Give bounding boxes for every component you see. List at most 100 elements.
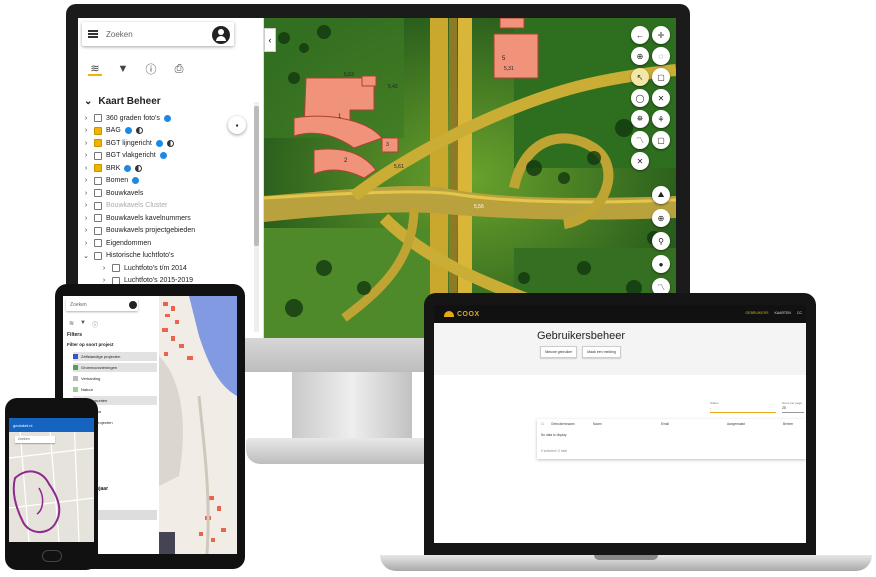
map-tool-button[interactable]: ◯ [631, 89, 649, 107]
filter-group-title[interactable]: Filter op soort project [67, 342, 114, 347]
map-tool-button[interactable]: ↖ [631, 68, 649, 86]
filter-row[interactable]: Zelfstandige projecten [73, 352, 157, 361]
print-icon[interactable]: ⎙ [172, 62, 186, 76]
layer-row[interactable]: › Bouwkavels kavelnummers [82, 212, 252, 225]
map-tool-button[interactable]: ⊕ [631, 47, 649, 65]
map-tool-button[interactable]: ⛰ [652, 186, 670, 204]
expand-arrow-icon[interactable]: › [82, 140, 90, 147]
map-tool-button[interactable]: 〽 [631, 131, 649, 149]
phone-search-input[interactable]: Zoeken [15, 436, 55, 443]
layer-checkbox[interactable] [94, 251, 102, 260]
opacity-icon[interactable] [135, 127, 143, 135]
user-account-button[interactable] [212, 26, 230, 44]
map-tool-button[interactable]: ✕ [652, 89, 670, 107]
expand-arrow-icon[interactable]: › [82, 177, 90, 184]
expand-arrow-icon[interactable]: ⌄ [82, 252, 90, 260]
home-button[interactable] [42, 550, 62, 562]
column-header[interactable]: Aangemaakt [727, 422, 745, 426]
status-select[interactable]: Status - [710, 401, 776, 413]
filter-icon[interactable]: ▼ [116, 62, 130, 76]
aerial-height-map[interactable]: 1 5 2 3 5,63 5,31 5,42 5,56 5,61 [264, 18, 676, 338]
tree-title[interactable]: ⌄ Kaart Beheer [84, 96, 161, 107]
scrollbar[interactable] [254, 102, 259, 332]
map-tool-button[interactable]: ✕ [631, 152, 649, 170]
info-icon[interactable] [132, 177, 140, 185]
expand-arrow-icon[interactable]: › [82, 115, 90, 122]
column-header[interactable]: Email [661, 422, 669, 426]
layer-checkbox[interactable] [94, 214, 102, 223]
layer-row[interactable]: › BGT vlakgericht [82, 150, 252, 163]
layer-checkbox[interactable] [94, 189, 102, 198]
layer-row[interactable]: › Eigendommen [82, 237, 252, 250]
info-icon[interactable] [163, 114, 171, 122]
filter-icon[interactable]: ▼ [80, 320, 86, 329]
expand-arrow-icon[interactable]: › [82, 227, 90, 234]
info-icon[interactable]: ⓘ [92, 320, 98, 329]
nav-users[interactable]: GEBRUIKERS [746, 311, 769, 315]
layer-checkbox[interactable] [94, 239, 102, 248]
expand-arrow-icon[interactable]: › [82, 202, 90, 209]
layer-row[interactable]: ⌄ Historische luchtfoto's [82, 250, 252, 263]
layer-row[interactable]: › Bouwkavels [82, 187, 252, 200]
layer-row[interactable]: › BGT lijngericht [82, 137, 252, 150]
filter-row[interactable]: Natuur [73, 385, 157, 394]
map-tool-button[interactable]: ⚘ [652, 110, 670, 128]
layer-row[interactable]: › Bouwkavels projectgebieden [82, 225, 252, 238]
layers-icon[interactable]: ≋ [88, 62, 102, 76]
tablet-map[interactable] [159, 296, 237, 554]
layer-row[interactable]: › Bomen [82, 175, 252, 188]
layer-row[interactable]: › Bouwkavels Cluster [82, 200, 252, 213]
info-icon[interactable] [159, 152, 167, 160]
expand-arrow-icon[interactable]: › [82, 127, 90, 134]
info-icon[interactable] [155, 139, 163, 147]
opacity-icon[interactable] [166, 139, 174, 147]
brand-logo[interactable]: COOX [444, 311, 480, 318]
layers-icon[interactable]: ≋ [69, 320, 74, 329]
collapse-panel-button[interactable]: ‹ [264, 28, 276, 52]
map-tool-button[interactable]: ⚲ [652, 232, 670, 250]
layer-checkbox[interactable] [94, 151, 102, 160]
layer-checkbox[interactable] [94, 226, 102, 235]
layer-row[interactable]: › 360 graden foto's [82, 112, 252, 125]
layer-checkbox[interactable] [112, 264, 120, 273]
expand-arrow-icon[interactable]: › [82, 190, 90, 197]
nav-other[interactable]: CC [797, 311, 802, 315]
new-user-button[interactable]: Nieuwe gebruiker [540, 346, 578, 358]
layer-row[interactable]: › BRK [82, 162, 252, 175]
layer-checkbox[interactable] [94, 114, 102, 123]
layer-checkbox[interactable] [94, 201, 102, 210]
layer-checkbox[interactable] [94, 176, 102, 185]
menu-icon[interactable] [88, 30, 98, 38]
map-tool-button[interactable]: ● [652, 255, 670, 273]
expand-arrow-icon[interactable]: › [82, 152, 90, 159]
filter-row[interactable]: Verharding [73, 374, 157, 383]
layer-row[interactable]: › Luchtfoto's t/m 2014 [82, 262, 252, 275]
expand-arrow-icon[interactable]: › [82, 215, 90, 222]
info-icon[interactable]: ⓘ [144, 62, 158, 76]
info-icon[interactable] [124, 127, 132, 135]
map-tool-button[interactable]: ▢ [652, 131, 670, 149]
column-header[interactable]: Beheer [783, 422, 793, 426]
layer-checkbox[interactable] [94, 126, 102, 135]
expand-arrow-icon[interactable]: › [100, 265, 108, 272]
map-tool-button[interactable]: ⛯ [631, 110, 649, 128]
expand-arrow-icon[interactable]: › [82, 240, 90, 247]
map-tool-button[interactable]: ◌ [652, 47, 670, 65]
phone-address-bar[interactable]: geoloket.nl [9, 418, 94, 432]
tablet-search-input[interactable]: Zoeken [66, 299, 138, 311]
opacity-icon[interactable] [135, 164, 143, 172]
filter-row[interactable]: Groenvoorzieningen [73, 363, 157, 372]
map-tool-button[interactable]: ▢ [652, 68, 670, 86]
column-header[interactable]: Gebruikersnaam [551, 422, 575, 426]
map-tool-button[interactable]: ← [631, 26, 649, 44]
layer-row[interactable]: › BAG [82, 125, 252, 138]
map-tool-button[interactable]: ⊕ [652, 209, 670, 227]
info-icon[interactable] [124, 164, 132, 172]
select-all-checkbox[interactable]: ☐ [541, 422, 544, 426]
save-icon[interactable]: ▪ [228, 116, 246, 134]
column-header[interactable]: Naam [593, 422, 602, 426]
report-button[interactable]: Maak een melding [582, 346, 621, 358]
nav-maps[interactable]: KAARTEN [774, 311, 790, 315]
expand-arrow-icon[interactable]: › [82, 165, 90, 172]
page-size-select[interactable]: Items per page 25 [782, 401, 804, 413]
